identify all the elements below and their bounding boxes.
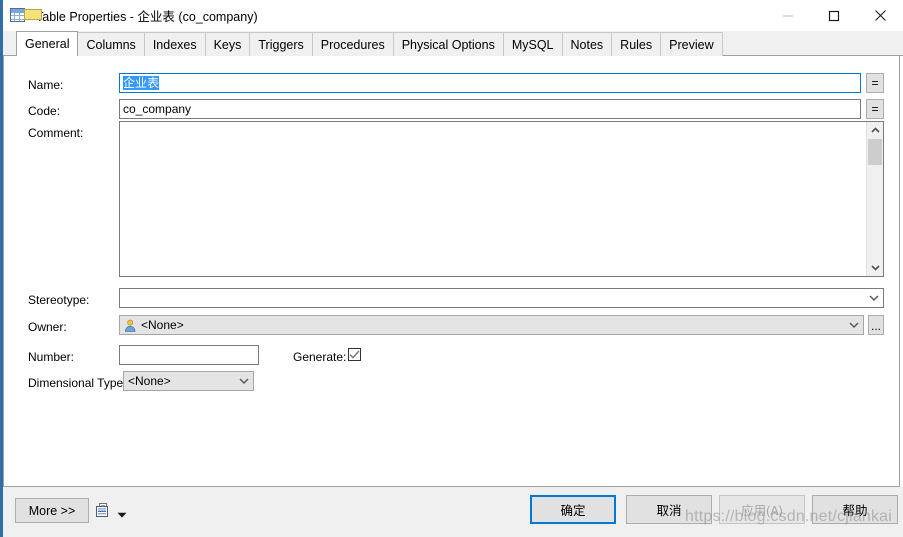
help-button[interactable]: 帮助 bbox=[812, 495, 898, 524]
cancel-button[interactable]: 取消 bbox=[626, 495, 712, 524]
comment-label: Comment: bbox=[28, 126, 84, 140]
tab-strip: General Columns Indexes Keys Triggers Pr… bbox=[3, 31, 903, 56]
tab-mysql[interactable]: MySQL bbox=[502, 32, 563, 56]
dimensional-type-value: <None> bbox=[128, 374, 171, 388]
comment-scrollbar[interactable] bbox=[866, 122, 883, 276]
code-input-value: co_company bbox=[123, 102, 192, 116]
title-bar: Table Properties - 企业表 (co_company) bbox=[3, 0, 903, 31]
tab-label: Procedures bbox=[320, 37, 385, 52]
tab-triggers[interactable]: Triggers bbox=[249, 32, 313, 56]
tab-general[interactable]: General bbox=[16, 31, 79, 56]
chevron-down-icon[interactable] bbox=[117, 507, 127, 521]
more-button[interactable]: More >> bbox=[15, 498, 89, 523]
tab-label: Preview bbox=[669, 37, 714, 52]
tab-preview[interactable]: Preview bbox=[660, 32, 723, 56]
close-button[interactable] bbox=[857, 0, 903, 31]
tab-label: Rules bbox=[620, 37, 653, 52]
table-icon bbox=[10, 7, 42, 24]
apply-button: 应用(A) bbox=[719, 495, 805, 524]
tab-rules[interactable]: Rules bbox=[611, 32, 662, 56]
tab-label: Keys bbox=[213, 37, 242, 52]
check-icon bbox=[349, 350, 360, 359]
name-input[interactable]: 企业表 bbox=[119, 73, 861, 93]
tab-indexes[interactable]: Indexes bbox=[143, 32, 206, 56]
code-label: Code: bbox=[28, 104, 61, 118]
tab-procedures[interactable]: Procedures bbox=[311, 32, 394, 56]
generate-checkbox[interactable] bbox=[348, 348, 361, 361]
maximize-button[interactable] bbox=[811, 0, 857, 31]
scroll-down-icon[interactable] bbox=[867, 260, 883, 276]
tab-label: Columns bbox=[86, 37, 136, 52]
name-label: Name: bbox=[28, 78, 64, 92]
name-equals-button[interactable]: = bbox=[866, 73, 884, 93]
minimize-button[interactable] bbox=[765, 0, 811, 31]
tab-physical-options[interactable]: Physical Options bbox=[392, 32, 504, 56]
dimensional-type-label: Dimensional Type: bbox=[28, 376, 127, 390]
number-label: Number: bbox=[28, 350, 75, 364]
chevron-down-icon bbox=[239, 378, 249, 385]
general-form: Name: 企业表 = Code: co_company = Comment: bbox=[4, 56, 899, 486]
scrollbar-thumb[interactable] bbox=[868, 139, 882, 165]
ok-button[interactable]: 确定 bbox=[530, 495, 616, 524]
tab-label: Indexes bbox=[152, 37, 197, 52]
table-properties-dialog: Table Properties - 企业表 (co_company) Gene… bbox=[0, 0, 903, 537]
name-input-value: 企业表 bbox=[123, 76, 160, 90]
generate-label: Generate: bbox=[293, 350, 347, 364]
dimensional-type-combobox[interactable]: <None> bbox=[123, 371, 254, 391]
owner-browse-button[interactable]: ... bbox=[868, 315, 884, 335]
window-title: Table Properties - 企业表 (co_company) bbox=[36, 10, 258, 24]
owner-value: <None> bbox=[141, 318, 184, 332]
code-equals-button[interactable]: = bbox=[866, 99, 884, 119]
report-icon[interactable] bbox=[95, 502, 111, 518]
tab-keys[interactable]: Keys bbox=[204, 32, 251, 56]
comment-textarea[interactable] bbox=[119, 121, 884, 277]
stereotype-combobox[interactable] bbox=[119, 288, 884, 308]
owner-label: Owner: bbox=[28, 320, 67, 334]
tab-label: MySQL bbox=[511, 37, 554, 52]
tab-label: Notes bbox=[570, 37, 604, 52]
dialog-footer: More >> 确定 取消 应用(A) 帮助 bbox=[3, 487, 903, 537]
tab-label: Physical Options bbox=[401, 37, 495, 52]
stereotype-label: Stereotype: bbox=[28, 293, 90, 307]
scroll-up-icon[interactable] bbox=[867, 122, 883, 138]
tab-label: Triggers bbox=[258, 37, 304, 52]
chevron-down-icon bbox=[869, 295, 879, 302]
tab-notes[interactable]: Notes bbox=[561, 32, 613, 56]
tab-columns[interactable]: Columns bbox=[77, 32, 145, 56]
chevron-down-icon bbox=[849, 322, 859, 329]
tab-label: General bbox=[25, 37, 70, 51]
number-input[interactable] bbox=[119, 345, 259, 365]
general-tab-panel: Name: 企业表 = Code: co_company = Comment: bbox=[3, 56, 900, 487]
window-controls bbox=[765, 0, 903, 31]
code-input[interactable]: co_company bbox=[119, 99, 861, 119]
owner-combobox[interactable]: <None> bbox=[119, 315, 864, 335]
person-icon bbox=[124, 319, 137, 332]
